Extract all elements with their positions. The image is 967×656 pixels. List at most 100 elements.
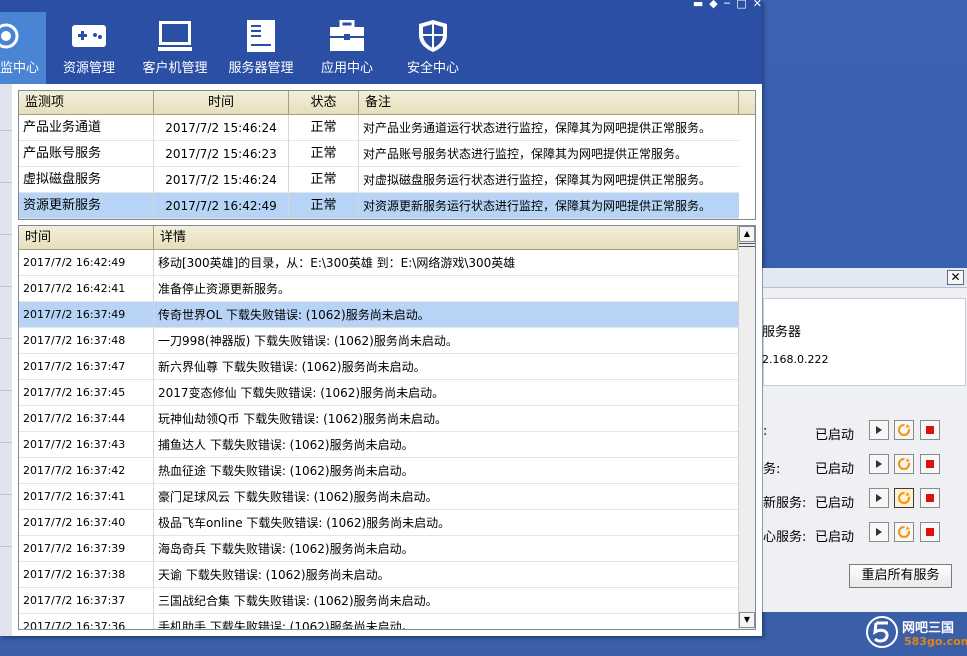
minimize-button[interactable]: ─ (724, 0, 731, 9)
log-row[interactable]: 2017/7/2 16:37:48 一刀998(神器版) 下载失败错误: (106… (19, 328, 738, 354)
eye-icon (0, 18, 46, 54)
service-row: : 已启动 (763, 420, 967, 444)
col-header-note[interactable]: 备注 (359, 91, 739, 114)
log-row[interactable]: 2017/7/2 16:42:49 移动[300英雄]的目录，从：E:\300英雄… (19, 250, 738, 276)
start-button[interactable] (869, 488, 889, 508)
log-row[interactable]: 2017/7/2 16:37:38 天谕 下载失败错误: (1062)服务尚未启动… (19, 562, 738, 588)
log-row[interactable]: 2017/7/2 16:42:41 准备停止资源更新服务。 (19, 276, 738, 302)
refresh-icon (897, 525, 911, 539)
toolbar-item-app-center[interactable]: 应用中心 (304, 12, 390, 84)
cell-time: 2017/7/2 16:37:38 (19, 562, 154, 588)
cell-status: 正常 (289, 141, 359, 167)
log-scrollbar[interactable]: ▲ ▼ (738, 226, 755, 629)
restart-button[interactable] (894, 522, 914, 542)
scroll-up-button[interactable]: ▲ (739, 226, 755, 242)
service-status: 已启动 (815, 496, 855, 511)
table-row[interactable]: 产品业务通道 2017/7/2 15:46:24 正常 对产品业务通道运行状态进行监控… (19, 115, 739, 141)
server-ip: 2.168.0.222 (762, 353, 829, 366)
start-button[interactable] (869, 420, 889, 440)
toolbar-item-client-management[interactable]: 客户机管理 (132, 12, 218, 84)
cell-note: 对资源更新服务运行状态进行监控，保障其为网吧提供正常服务。 (363, 199, 712, 213)
table-row[interactable]: 产品账号服务 2017/7/2 15:46:23 正常 对产品账号服务状态进行监控，保… (19, 141, 739, 167)
arrow-down-icon: ▼ (743, 615, 751, 624)
cell-detail: 传奇世界OL 下载失败错误: (1062)服务尚未启动。 (158, 308, 430, 322)
col-header-time[interactable]: 时间 (154, 91, 289, 114)
col-header-detail[interactable]: 详情 (154, 226, 738, 249)
cell-time: 2017/7/2 16:37:36 (19, 614, 154, 629)
server-info-box: 服务器 2.168.0.222 (762, 298, 966, 386)
service-row: 务: 已启动 (763, 454, 967, 478)
restart-button[interactable] (894, 454, 914, 474)
maximize-button[interactable]: □ (736, 0, 746, 9)
cell-detail: 极品飞车online 下载失败错误: (1062)服务尚未启动。 (158, 516, 451, 530)
log-row[interactable]: 2017/7/2 16:37:42 热血征途 下载失败错误: (1062)服务尚未… (19, 458, 738, 484)
service-row: 新服务: 已启动 (763, 488, 967, 512)
cell-time: 2017/7/2 16:37:47 (19, 354, 154, 380)
cell-note: 对产品账号服务状态进行监控，保障其为网吧提供正常服务。 (363, 147, 688, 161)
col-header-time[interactable]: 时间 (19, 226, 154, 249)
cell-time: 2017/7/2 16:37:39 (19, 536, 154, 562)
refresh-icon (897, 423, 911, 437)
cell-time: 2017/7/2 16:37:41 (19, 484, 154, 510)
scroll-thumb[interactable] (739, 243, 755, 247)
scroll-down-button[interactable]: ▼ (739, 612, 755, 628)
log-row[interactable]: 2017/7/2 16:37:44 玩神仙劫领Q币 下载失败错误: (1062)服… (19, 406, 738, 432)
cell-item: 产品账号服务 (19, 141, 154, 167)
restart-all-services-button[interactable]: 重启所有服务 (849, 564, 952, 588)
cell-time: 2017/7/2 16:42:49 (154, 193, 289, 219)
log-row[interactable]: 2017/7/2 16:37:45 2017变态修仙 下载失败错误: (1062)… (19, 380, 738, 406)
log-row[interactable]: 2017/7/2 16:37:41 豪门足球风云 下载失败错误: (1062)服务… (19, 484, 738, 510)
monitor-table: 监测项 时间 状态 备注 产品业务通道 2017/7/2 15:46:24 正常 对产… (18, 90, 756, 220)
toolbar-item-server-management[interactable]: 服务器管理 (218, 12, 304, 84)
log-row[interactable]: 2017/7/2 16:37:47 新六界仙尊 下载失败错误: (1062)服务尚… (19, 354, 738, 380)
restart-button[interactable] (894, 488, 914, 508)
cell-detail: 准备停止资源更新服务。 (158, 282, 291, 296)
log-row[interactable]: 2017/7/2 16:37:40 极品飞车online 下载失败错误: (106… (19, 510, 738, 536)
cell-item: 虚拟磁盘服务 (19, 167, 154, 193)
log-row[interactable]: 2017/7/2 16:37:43 捕鱼达人 下载失败错误: (1062)服务尚未… (19, 432, 738, 458)
cell-detail: 移动[300英雄]的目录，从：E:\300英雄 到：E:\网络游戏\300英雄 (158, 256, 516, 270)
start-button[interactable] (869, 454, 889, 474)
service-row: 心服务: 已启动 (763, 522, 967, 546)
cell-item: 产品业务通道 (19, 115, 154, 141)
dialog-close-button[interactable]: ✕ (947, 270, 964, 285)
watermark-site: 583go.com (904, 635, 967, 648)
cell-detail: 新六界仙尊 下载失败错误: (1062)服务尚未启动。 (158, 360, 426, 374)
watermark-title: 网吧三国 (902, 621, 955, 636)
log-row[interactable]: 2017/7/2 16:37:37 三国战纪合集 下载失败错误: (1062)服务… (19, 588, 738, 614)
log-table-header: 时间 详情 (19, 226, 738, 250)
skin-button[interactable]: ▬ (693, 0, 703, 9)
logo-5-icon (866, 616, 898, 648)
cell-time: 2017/7/2 16:42:41 (19, 276, 154, 302)
cell-detail: 一刀998(神器版) 下载失败错误: (1062)服务尚未启动。 (158, 334, 458, 348)
toolbar-item-monitor-center[interactable]: 监中心 (0, 12, 46, 84)
log-row[interactable]: 2017/7/2 16:37:36 手机助手 下载失败错误: (1062)服务尚未… (19, 614, 738, 629)
close-button[interactable]: ✕ (753, 0, 762, 9)
stop-icon (926, 426, 934, 434)
stop-button[interactable] (920, 522, 940, 542)
play-icon (876, 494, 882, 502)
monitor-icon (132, 18, 218, 54)
col-header-item[interactable]: 监测项 (19, 91, 154, 114)
toolbar-label: 监中心 (0, 61, 40, 76)
cell-time: 2017/7/2 15:46:24 (154, 115, 289, 141)
table-row[interactable]: 虚拟磁盘服务 2017/7/2 15:46:24 正常 对虚拟磁盘服务运行状态进行监控… (19, 167, 739, 193)
stop-button[interactable] (920, 420, 940, 440)
cell-time: 2017/7/2 16:37:49 (19, 302, 154, 328)
stop-button[interactable] (920, 454, 940, 474)
stop-button[interactable] (920, 488, 940, 508)
log-row[interactable]: 2017/7/2 16:37:49 传奇世界OL 下载失败错误: (1062)服务… (19, 302, 738, 328)
log-row[interactable]: 2017/7/2 16:37:39 海岛奇兵 下载失败错误: (1062)服务尚未… (19, 536, 738, 562)
menu-button[interactable]: ◆ (709, 0, 717, 9)
cell-note: 对虚拟磁盘服务运行状态进行监控，保障其为网吧提供正常服务。 (363, 173, 712, 187)
table-row[interactable]: 资源更新服务 2017/7/2 16:42:49 正常 对资源更新服务运行状态进行监控… (19, 193, 739, 219)
cell-time: 2017/7/2 16:37:42 (19, 458, 154, 484)
toolbar-item-resource-management[interactable]: 资源管理 (46, 12, 132, 84)
start-button[interactable] (869, 522, 889, 542)
restart-button[interactable] (894, 420, 914, 440)
col-header-status[interactable]: 状态 (289, 91, 359, 114)
gamepad-icon (46, 18, 132, 54)
refresh-icon (897, 491, 911, 505)
toolbar-item-security-center[interactable]: 安全中心 (390, 12, 476, 84)
service-dialog: ✕ 服务器 2.168.0.222 : 已启动务: 已启动新服务: 已启动 心服务: 已启… (762, 268, 967, 612)
